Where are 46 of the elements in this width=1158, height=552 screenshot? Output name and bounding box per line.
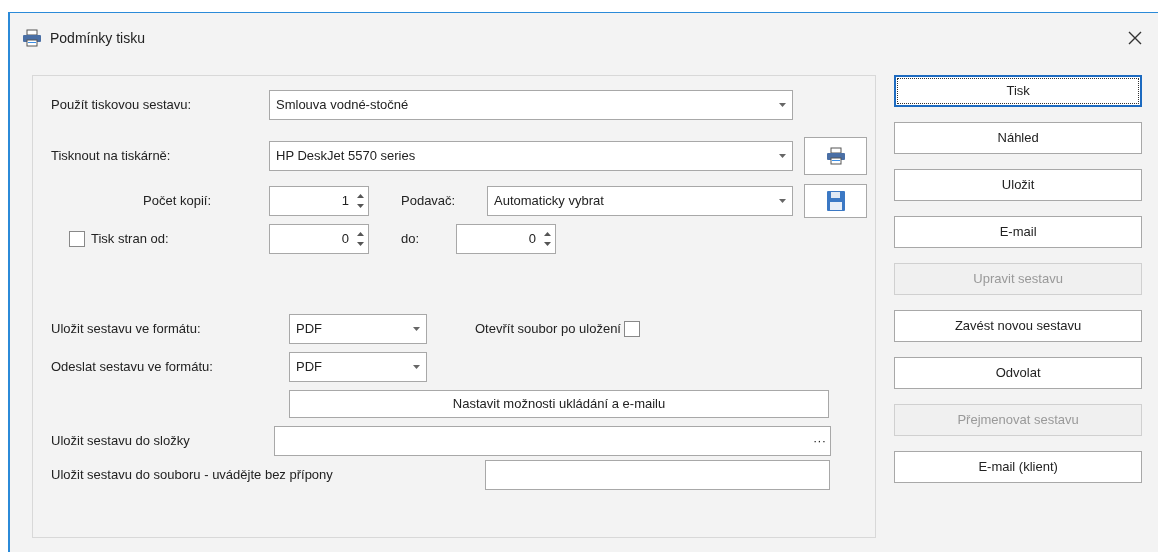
field-label: Tisknout na tiskárně: — [51, 147, 172, 166]
caret-icon — [779, 199, 786, 203]
field-label: Odeslat sestavu ve formátu: — [51, 358, 214, 377]
checkbox[interactable] — [624, 321, 640, 337]
field-label: Použít tiskovou sestavu: — [51, 96, 193, 115]
window-title: Podmínky tisku — [50, 28, 145, 48]
number-spinner[interactable]: 0 — [269, 224, 369, 254]
field-label: Uložit sestavu do souboru - uvádějte bez přípony — [51, 466, 334, 485]
spin-arrows-icon — [357, 232, 364, 246]
options-button[interactable]: Nastavit možnosti ukládání a e-mailu — [289, 390, 829, 418]
field-label: Tisk stran od: — [91, 230, 170, 249]
action-button[interactable]: E-mail (klient) — [894, 451, 1142, 483]
caret-icon — [413, 365, 420, 369]
field-label: Podavač: — [401, 192, 457, 211]
caret-icon — [413, 327, 420, 331]
caret-icon — [779, 103, 786, 107]
dropdown[interactable]: HP DeskJet 5570 series — [269, 141, 793, 171]
browse-button[interactable]: ··· — [813, 431, 826, 451]
field-label: Uložit sestavu ve formátu: — [51, 320, 202, 339]
dropdown[interactable]: PDF — [289, 352, 427, 382]
action-button[interactable]: Odvolat — [894, 357, 1142, 389]
folder-field[interactable]: ··· — [274, 426, 831, 456]
field-label: Uložit sestavu do složky — [51, 432, 191, 451]
action-button[interactable]: Uložit — [894, 169, 1142, 201]
dropdown[interactable]: Smlouva vodné-stočné — [269, 90, 793, 120]
field-label: Otevřít soubor po uložení — [475, 320, 621, 339]
close-icon — [1128, 31, 1142, 45]
dropdown[interactable]: PDF — [289, 314, 427, 344]
number-spinner[interactable]: 0 — [456, 224, 556, 254]
action-button[interactable]: Tisk — [894, 75, 1142, 107]
file-name-field[interactable] — [485, 460, 830, 490]
printer-icon — [825, 147, 846, 165]
spin-arrows-icon — [357, 194, 364, 208]
checkbox[interactable] — [69, 231, 85, 247]
action-button[interactable]: Náhled — [894, 122, 1142, 154]
print-button[interactable] — [804, 137, 867, 175]
number-spinner[interactable]: 1 — [269, 186, 369, 216]
field-label: Počet kopií: — [142, 192, 211, 211]
action-button[interactable]: E-mail — [894, 216, 1142, 248]
caret-icon — [779, 154, 786, 158]
spin-arrows-icon — [544, 232, 551, 246]
printer-icon — [22, 29, 42, 47]
dropdown[interactable]: Automaticky vybrat — [487, 186, 793, 216]
action-button[interactable]: Zavést novou sestavu — [894, 310, 1142, 342]
field-label: do: — [401, 230, 421, 249]
save-button[interactable] — [804, 184, 867, 218]
